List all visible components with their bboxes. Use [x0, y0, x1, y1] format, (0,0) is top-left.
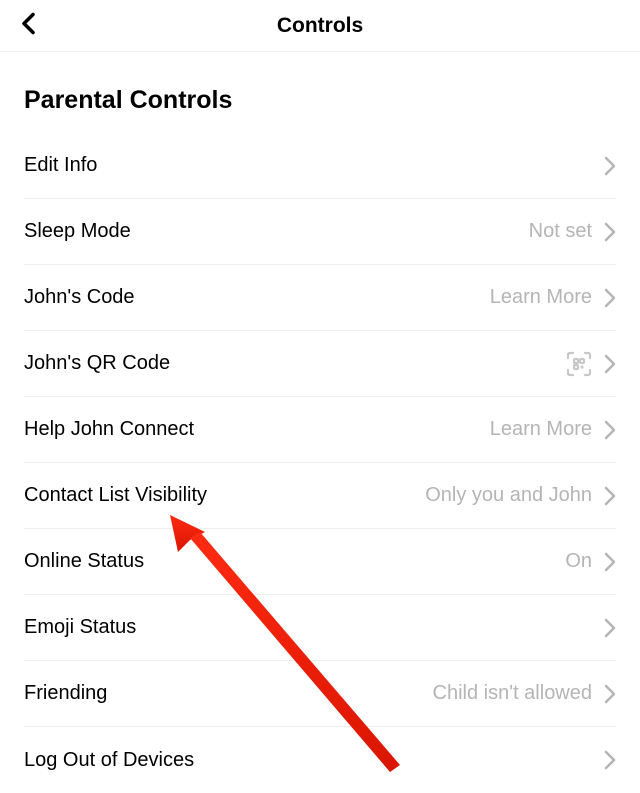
- row-value: Learn More: [490, 286, 592, 309]
- row-label: Emoji Status: [24, 616, 136, 639]
- row-label: Help John Connect: [24, 418, 194, 441]
- row-johns-code[interactable]: John's Code Learn More: [24, 265, 616, 331]
- section-title: Parental Controls: [24, 86, 616, 115]
- row-help-john-connect[interactable]: Help John Connect Learn More: [24, 397, 616, 463]
- chevron-right-icon: [604, 354, 616, 374]
- row-label: Sleep Mode: [24, 220, 131, 243]
- row-label: Online Status: [24, 550, 144, 573]
- row-right: On: [565, 550, 616, 573]
- chevron-right-icon: [604, 420, 616, 440]
- chevron-left-icon: [20, 11, 38, 35]
- chevron-right-icon: [604, 750, 616, 770]
- row-right: Learn More: [490, 418, 616, 441]
- chevron-right-icon: [604, 486, 616, 506]
- row-right: Only you and John: [425, 484, 616, 507]
- chevron-right-icon: [604, 618, 616, 638]
- row-log-out-of-devices[interactable]: Log Out of Devices: [24, 727, 616, 793]
- row-label: Edit Info: [24, 154, 97, 177]
- back-button[interactable]: [20, 11, 38, 40]
- row-value: Learn More: [490, 418, 592, 441]
- chevron-right-icon: [604, 684, 616, 704]
- chevron-right-icon: [604, 156, 616, 176]
- row-value: Only you and John: [425, 484, 592, 507]
- row-johns-qr-code[interactable]: John's QR Code: [24, 331, 616, 397]
- row-label: Log Out of Devices: [24, 749, 194, 772]
- row-right: [592, 156, 616, 176]
- row-label: Friending: [24, 682, 107, 705]
- row-value: Not set: [529, 220, 592, 243]
- chevron-right-icon: [604, 552, 616, 572]
- row-emoji-status[interactable]: Emoji Status: [24, 595, 616, 661]
- content-area: Parental Controls Edit Info Sleep Mode N…: [0, 86, 640, 793]
- row-label: Contact List Visibility: [24, 484, 207, 507]
- row-label: John's Code: [24, 286, 135, 309]
- row-right: Child isn't allowed: [433, 682, 616, 705]
- row-value: On: [565, 550, 592, 573]
- row-edit-info[interactable]: Edit Info: [24, 133, 616, 199]
- row-contact-list-visibility[interactable]: Contact List Visibility Only you and Joh…: [24, 463, 616, 529]
- row-value: Child isn't allowed: [433, 682, 592, 705]
- row-right: [566, 351, 616, 377]
- row-label: John's QR Code: [24, 352, 170, 375]
- row-right: [592, 618, 616, 638]
- page-title: Controls: [0, 14, 640, 38]
- chevron-right-icon: [604, 222, 616, 242]
- row-right: Learn More: [490, 286, 616, 309]
- row-sleep-mode[interactable]: Sleep Mode Not set: [24, 199, 616, 265]
- qr-code-icon: [566, 351, 592, 377]
- row-right: [592, 750, 616, 770]
- row-right: Not set: [529, 220, 616, 243]
- header-bar: Controls: [0, 0, 640, 52]
- chevron-right-icon: [604, 288, 616, 308]
- row-online-status[interactable]: Online Status On: [24, 529, 616, 595]
- row-friending[interactable]: Friending Child isn't allowed: [24, 661, 616, 727]
